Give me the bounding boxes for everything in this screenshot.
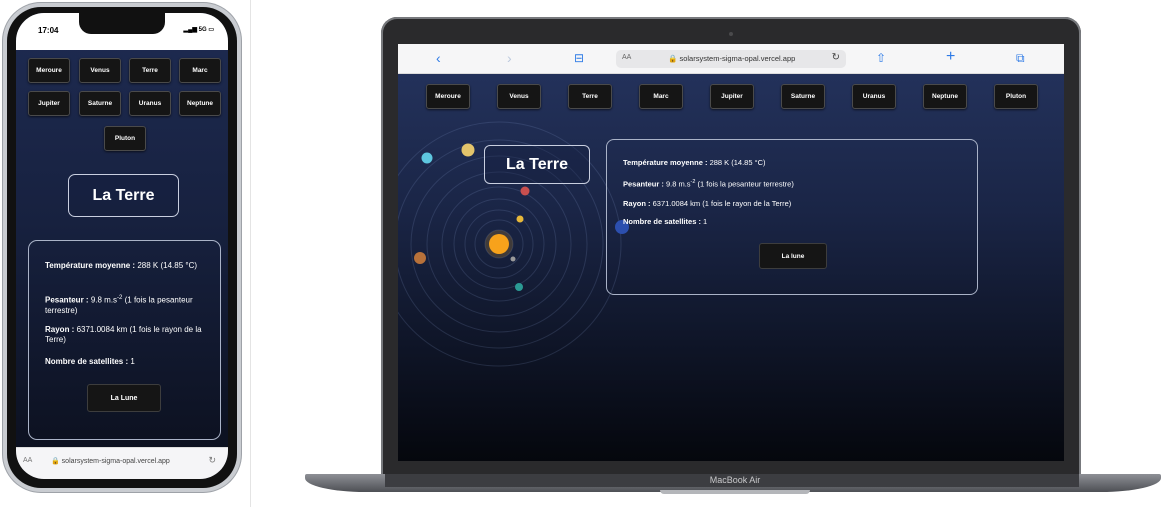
text-size-icon[interactable]: AA [23, 457, 32, 464]
nav-venus-button[interactable]: Venus [497, 84, 541, 109]
temperature-line: Température moyenne : 288 K (14.85 °C) [623, 158, 766, 167]
camera-icon [729, 32, 733, 36]
laptop-model-label: MacBook Air [709, 475, 761, 485]
nav-terre-button[interactable]: Terre [568, 84, 612, 109]
planet-saturne[interactable] [461, 143, 475, 157]
satellites-line: Nombre de satellites : 1 [45, 357, 135, 366]
planet-info-card: Température moyenne : 288 K (14.85 °C) P… [28, 240, 221, 440]
nav-mercure-button[interactable]: Meroure [426, 84, 470, 109]
status-signal: ▂▄▆ 5G ▭ [183, 27, 214, 33]
planet-venus[interactable] [516, 215, 524, 223]
radius-line: Rayon : 6371.0084 km (1 fois le rayon de… [623, 199, 792, 208]
text-size-icon[interactable]: AA [622, 54, 631, 61]
nav-neptune-button[interactable]: Neptune [923, 84, 967, 109]
phone-notch [79, 13, 165, 34]
planet-title: La Terre [484, 145, 590, 184]
reload-icon[interactable]: ↻ [832, 52, 840, 63]
phone-screen: 17:04 ▂▄▆ 5G ▭ Meroure Venus Terre Marc … [16, 13, 228, 479]
status-time: 17:04 [38, 26, 59, 35]
nav-mars-button[interactable]: Marc [639, 84, 683, 109]
nav-neptune-button[interactable]: Neptune [179, 91, 221, 116]
planet-title: La Terre [68, 174, 179, 217]
nav-jupiter-button[interactable]: Jupiter [28, 91, 70, 116]
divider [250, 0, 251, 507]
gravity-line: Pesanteur : 9.8 m.s-2 (1 fois la pesante… [45, 295, 193, 315]
nav-uranus-button[interactable]: Uranus [129, 91, 171, 116]
satellites-line: Nombre de satellites : 1 [623, 217, 708, 226]
url-text: 🔒 solarsystem-sigma-opal.vercel.app [51, 458, 170, 465]
laptop-screen: ‹ › ⊟ AA 🔒 solarsystem-sigma-opal.vercel… [398, 44, 1064, 461]
planet-mercure[interactable] [510, 256, 516, 262]
browser-toolbar: ‹ › ⊟ AA 🔒 solarsystem-sigma-opal.vercel… [398, 44, 1064, 74]
temperature-line: Température moyenne : 288 K (14.85 °C) [45, 261, 198, 270]
nav-venus-button[interactable]: Venus [79, 58, 121, 83]
nav-jupiter-button[interactable]: Jupiter [710, 84, 754, 109]
sun-icon[interactable] [489, 234, 509, 254]
nav-pluton-button[interactable]: Pluton [994, 84, 1038, 109]
back-icon[interactable]: ‹ [436, 50, 441, 66]
tabs-overview-icon[interactable]: ⧉ [1016, 51, 1025, 66]
gravity-line: Pesanteur : 9.8 m.s-2 (1 fois la pesante… [623, 179, 794, 189]
reader-icon[interactable]: ⊟ [574, 51, 584, 65]
nav-pluton-button[interactable]: Pluton [104, 126, 146, 151]
planet-info-card: Température moyenne : 288 K (14.85 °C) P… [606, 139, 978, 295]
nav-mars-button[interactable]: Marc [179, 58, 221, 83]
nav-saturne-button[interactable]: Saturne [79, 91, 121, 116]
reload-icon[interactable]: ↻ [208, 455, 216, 466]
share-icon[interactable]: ⇧ [876, 51, 886, 65]
moon-button[interactable]: La lune [759, 243, 827, 269]
new-tab-icon[interactable]: + [946, 48, 955, 66]
nav-saturne-button[interactable]: Saturne [781, 84, 825, 109]
radius-line: Rayon : 6371.0084 km (1 fois le rayon de… [45, 325, 202, 344]
planet-mars[interactable] [520, 186, 530, 196]
planet-jupiter[interactable] [414, 252, 426, 264]
phone-address-bar[interactable]: AA 🔒 solarsystem-sigma-opal.vercel.app ↻ [16, 447, 228, 479]
nav-terre-button[interactable]: Terre [129, 58, 171, 83]
nav-mercure-button[interactable]: Meroure [28, 58, 70, 83]
forward-icon[interactable]: › [507, 50, 512, 66]
planet-uranus[interactable] [421, 152, 433, 164]
moon-button[interactable]: La Lune [87, 384, 161, 412]
address-bar[interactable]: AA 🔒 solarsystem-sigma-opal.vercel.app ↻ [616, 50, 846, 68]
planet-terre[interactable] [515, 283, 523, 291]
url-text: 🔒 solarsystem-sigma-opal.vercel.app [668, 54, 796, 63]
nav-uranus-button[interactable]: Uranus [852, 84, 896, 109]
lid-opening-notch [660, 490, 810, 494]
